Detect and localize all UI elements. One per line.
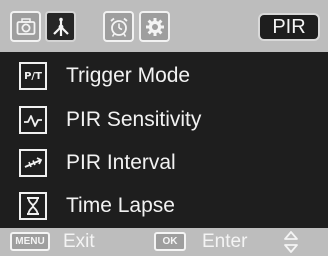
tab-camera[interactable] xyxy=(10,11,41,42)
ok-key-button[interactable]: OK xyxy=(154,232,186,251)
menu-item-trigger-mode[interactable]: P/T Trigger Mode xyxy=(0,58,328,96)
menu-item-time-lapse[interactable]: Time Lapse xyxy=(0,188,328,226)
mode-badge: PIR xyxy=(258,13,320,41)
menu-item-pir-interval[interactable]: PIR Interval xyxy=(0,145,328,183)
tab-settings[interactable] xyxy=(139,11,170,42)
menu-key-button[interactable]: MENU xyxy=(10,232,50,251)
enter-label: Enter xyxy=(202,231,248,252)
tab-network[interactable] xyxy=(45,11,76,42)
alarm-clock-icon xyxy=(109,17,128,37)
trigger-mode-icon: P/T xyxy=(19,62,47,90)
gear-icon xyxy=(145,17,164,36)
menu-item-label: Trigger Mode xyxy=(66,64,191,87)
footer-bar: MENU Exit OK Enter xyxy=(0,228,328,256)
menu-item-label: Time Lapse xyxy=(66,194,175,217)
hourglass-icon xyxy=(19,192,47,220)
camera-icon xyxy=(16,17,35,35)
menu-item-pir-sensitivity[interactable]: PIR Sensitivity xyxy=(0,102,328,140)
up-down-arrows-icon xyxy=(284,231,298,253)
network-icon xyxy=(52,17,69,36)
menu-item-label: PIR Sensitivity xyxy=(66,108,202,131)
tab-alarm[interactable] xyxy=(103,11,134,42)
menu-item-label: PIR Interval xyxy=(66,151,176,174)
exit-label: Exit xyxy=(63,231,95,252)
header-bar: PIR xyxy=(0,0,328,52)
sensitivity-wave-icon xyxy=(19,106,47,134)
interval-icon xyxy=(19,149,47,177)
camera-menu-screen: PIR P/T Trigger Mode PIR Sensitivity PIR… xyxy=(0,0,328,256)
